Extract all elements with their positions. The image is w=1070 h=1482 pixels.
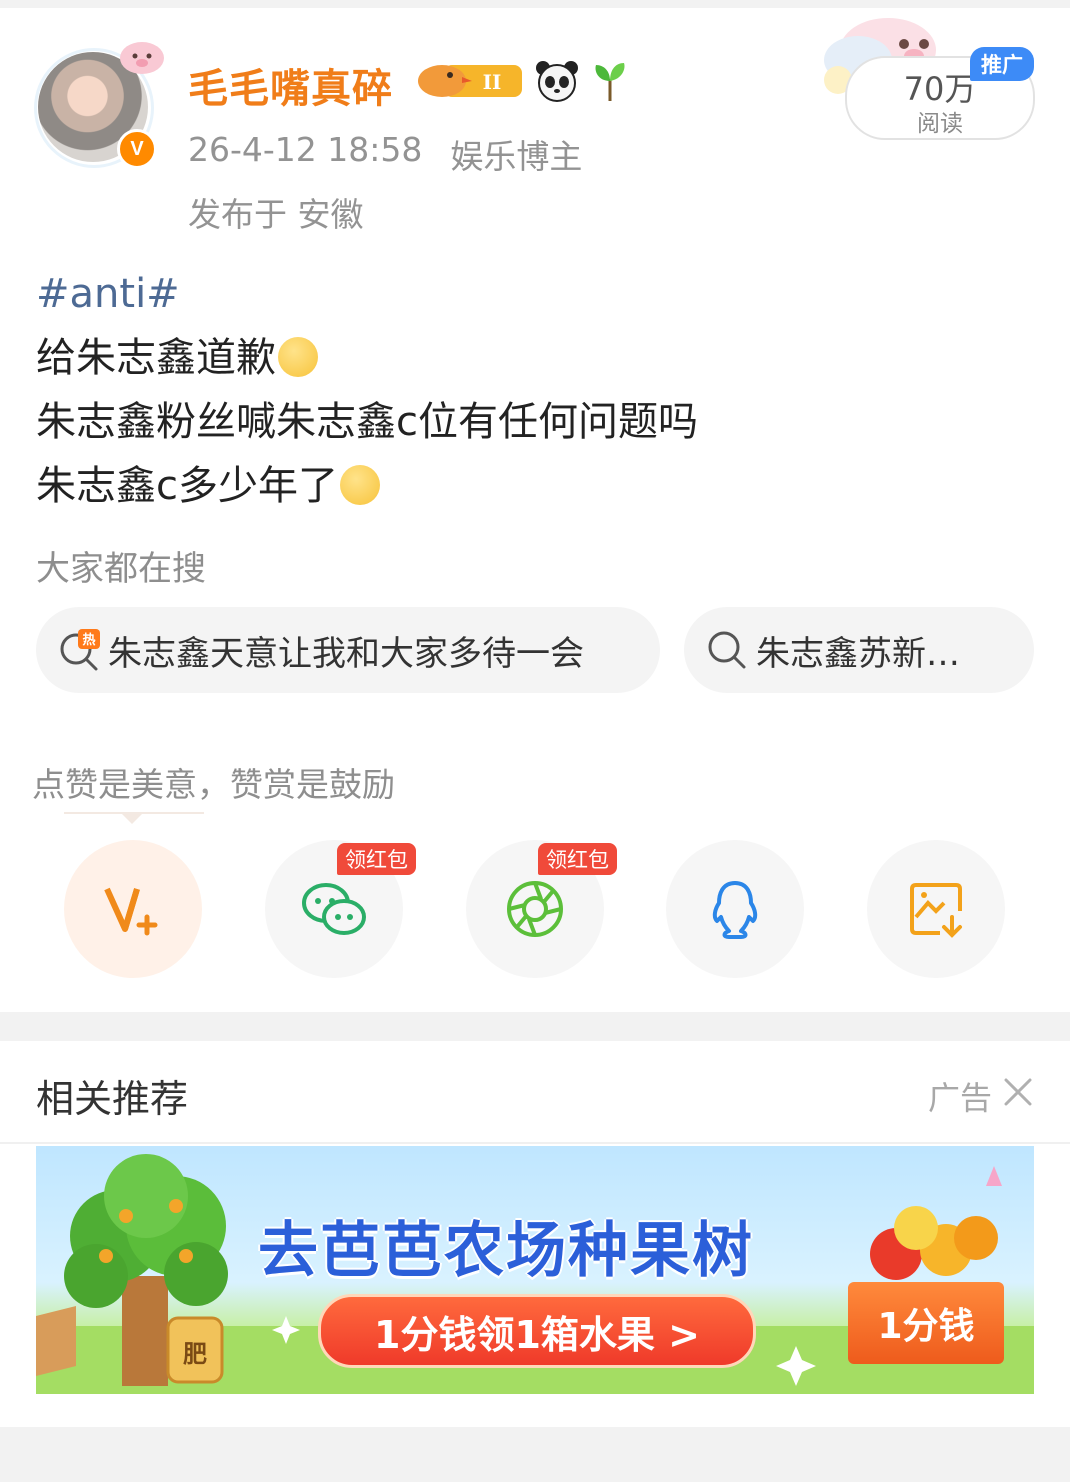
reward-pointer	[120, 812, 144, 824]
moments-icon	[507, 881, 563, 937]
post-line-2: 朱志鑫粉丝喊朱志鑫c位有任何问题吗	[36, 399, 698, 445]
hot-search-label: 朱志鑫天意让我和大家多待一会	[108, 633, 584, 674]
pig-frame-icon	[120, 42, 164, 74]
recommend-divider	[0, 1142, 1070, 1144]
post-location: 发布于 安徽	[188, 195, 364, 234]
level-badge-icon[interactable]: II	[414, 59, 524, 103]
save-image-icon	[910, 883, 962, 938]
qq-icon	[712, 881, 758, 939]
search-chip[interactable]: 朱志鑫苏新…	[684, 607, 1034, 693]
recommend-title: 相关推荐	[36, 1077, 189, 1121]
fertilizer-label: 肥	[183, 1340, 207, 1368]
ad-label: 广告	[928, 1079, 993, 1117]
post-line-1: 给朱志鑫道歉	[36, 326, 698, 390]
close-icon[interactable]	[1002, 1076, 1034, 1108]
wechat-red-packet-tag: 领红包	[337, 843, 416, 875]
reward-v-plus-button[interactable]	[64, 840, 202, 978]
search-icon	[708, 631, 746, 669]
read-label: 阅读	[917, 111, 963, 137]
v-plus-icon	[104, 887, 158, 936]
hot-search-icon: 热	[60, 629, 100, 671]
reward-heading: 点赞是美意，赞赏是鼓励	[32, 765, 395, 804]
search-chip-label: 朱志鑫苏新…	[756, 633, 960, 674]
level-label: II	[483, 70, 502, 94]
post-body: #anti# 给朱志鑫道歉 朱志鑫粉丝喊朱志鑫c位有任何问题吗 朱志鑫c多少年了	[36, 262, 698, 518]
post-line-3: 朱志鑫c多少年了	[36, 454, 698, 518]
svg-text:热: 热	[82, 632, 95, 648]
shush-emoji-icon	[340, 465, 380, 505]
verified-icon: V	[117, 129, 157, 169]
moments-red-packet-tag: 领红包	[538, 843, 617, 875]
save-image-button[interactable]	[867, 840, 1005, 978]
post-meta: 26-4-12 18:58 娱乐博主	[188, 130, 582, 178]
banner-title: 去芭芭农场种果树	[258, 1216, 754, 1286]
post-line-1-text: 给朱志鑫道歉	[36, 335, 276, 381]
search-heading: 大家都在搜	[36, 549, 206, 589]
sweat-emoji-icon	[278, 337, 318, 377]
post-line-3-text: 朱志鑫c多少年了	[36, 463, 338, 509]
panda-icon[interactable]	[534, 58, 580, 104]
avatar[interactable]: V	[34, 42, 164, 169]
user-badges: II	[414, 56, 630, 106]
hot-search-chip[interactable]: 热 朱志鑫天意让我和大家多待一会	[36, 607, 660, 693]
topic-link[interactable]: #anti#	[36, 262, 698, 326]
banner-price-box: 1分钱	[848, 1282, 1004, 1364]
share-qq-button[interactable]	[666, 840, 804, 978]
sprout-icon[interactable]	[590, 59, 630, 103]
ad-banner[interactable]: 肥 去芭芭农场种果树 1分钱领1箱水果 > 1分钱	[36, 1146, 1034, 1394]
post-timestamp: 26-4-12 18:58	[188, 130, 423, 169]
promote-tag[interactable]: 推广	[970, 47, 1034, 81]
wechat-icon	[302, 883, 366, 935]
author-name[interactable]: 毛毛嘴真碎	[188, 56, 393, 114]
author-category: 娱乐博主	[450, 137, 583, 176]
banner-cta-button[interactable]: 1分钱领1箱水果 >	[318, 1294, 756, 1368]
